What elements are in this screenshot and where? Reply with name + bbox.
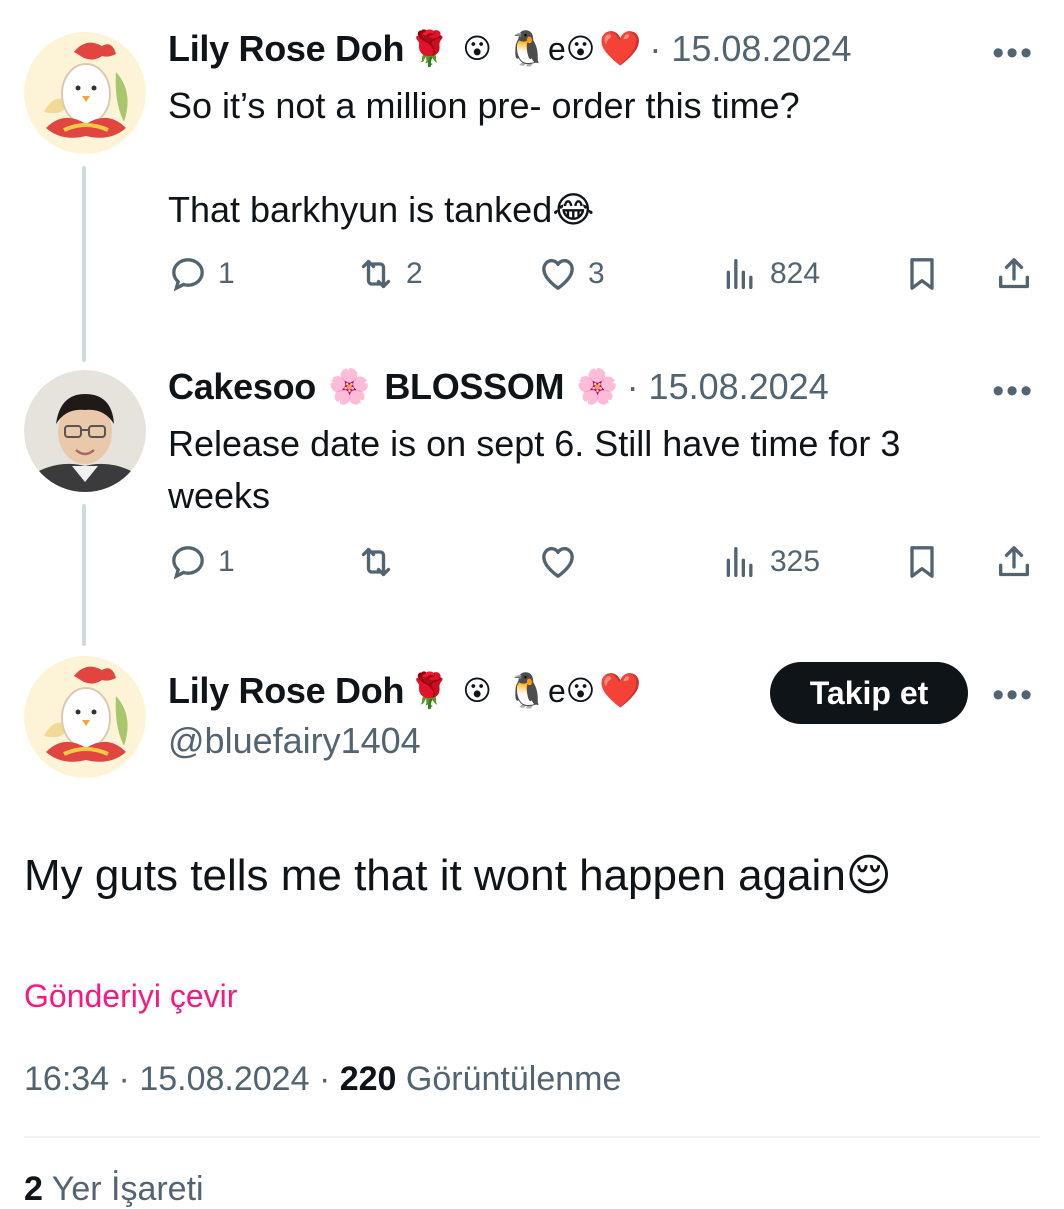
views-count: 220: [339, 1060, 397, 1098]
follow-button[interactable]: Takip et: [770, 662, 968, 724]
avatar[interactable]: [24, 370, 146, 492]
heart-emoji: ❤️: [599, 30, 642, 68]
post-meta: 16:34 · 15.08.2024 · 220 Görüntülenme: [24, 1060, 621, 1099]
letter-e: e: [548, 31, 566, 67]
letter-e: e: [548, 673, 566, 709]
view-count: 325: [770, 545, 821, 578]
views-icon: [726, 259, 753, 289]
views-button[interactable]: 824: [720, 254, 820, 294]
share-button[interactable]: [994, 542, 1034, 582]
post-date[interactable]: · 15.08.2024: [649, 28, 851, 70]
reply-count: 1: [218, 257, 235, 290]
more-options-icon[interactable]: •••: [992, 678, 1034, 712]
bookmark-button[interactable]: [902, 254, 942, 294]
tweet-actions: 1 325: [168, 542, 1038, 592]
tweet-text: So it’s not a million pre- order this ti…: [168, 85, 800, 230]
bookmark-icon: [910, 258, 934, 290]
post-text: My guts tells me that it wont happen aga…: [24, 851, 892, 900]
retweet-icon: [361, 259, 391, 289]
retweet-count: 2: [406, 257, 423, 290]
reply-button[interactable]: 1: [168, 254, 235, 294]
post-date[interactable]: 15.08.2024: [139, 1060, 309, 1098]
meta-separator: ·: [118, 1060, 130, 1098]
retweet-button[interactable]: 2: [356, 254, 423, 294]
reply-button[interactable]: 1: [168, 542, 235, 582]
avatar[interactable]: [24, 656, 146, 778]
surprised-emoji: 😮: [462, 675, 492, 706]
views-label: Görüntülenme: [405, 1060, 622, 1098]
bookmark-button[interactable]: [902, 542, 942, 582]
bookmarks-stat[interactable]: 2 Yer İşareti: [24, 1170, 204, 1209]
rose-emoji: 🌹: [408, 30, 451, 68]
avatar[interactable]: [24, 32, 146, 154]
share-icon: [999, 546, 1029, 577]
tweet-header: Lily Rose Doh 🌹 😮 🐧 e 😮 ❤️ · 15.08.2024: [168, 28, 852, 70]
views-button[interactable]: 325: [720, 542, 820, 582]
like-button[interactable]: [538, 542, 588, 582]
more-options-icon[interactable]: •••: [992, 374, 1034, 408]
cherry-blossom-emoji: 🌸: [576, 368, 619, 406]
like-count: 3: [588, 257, 605, 290]
post-date[interactable]: · 15.08.2024: [627, 366, 829, 408]
reply-icon: [172, 258, 204, 292]
penguin-emoji: 🐧: [505, 30, 549, 68]
surprised-emoji: 😮: [565, 675, 596, 706]
more-options-icon[interactable]: •••: [992, 36, 1034, 70]
post-header: Lily Rose Doh 🌹 😮 🐧 e 😮 ❤️: [168, 670, 641, 712]
cherry-blossom-emoji: 🌸: [327, 368, 371, 406]
heart-icon: [542, 259, 574, 290]
reply-count: 1: [218, 545, 235, 578]
meta-separator: ·: [318, 1060, 331, 1098]
reply-icon: [172, 546, 204, 580]
surprised-emoji: 😮: [462, 33, 492, 64]
post-time[interactable]: 16:34: [24, 1060, 109, 1098]
rose-emoji: 🌹: [408, 672, 451, 710]
surprised-emoji: 😮: [565, 33, 596, 64]
views-icon: [726, 547, 753, 577]
heart-emoji: ❤️: [599, 672, 642, 710]
bookmarks-label: Yer İşareti: [51, 1170, 204, 1208]
bookmarks-count: 2: [24, 1170, 43, 1208]
thread-line: [82, 504, 86, 646]
tweet-text: Release date is on sept 6. Still have ti…: [168, 423, 901, 516]
view-count: 824: [770, 257, 821, 290]
thread-line: [82, 166, 86, 362]
tweet-header: Cakesoo 🌸 BLOSSOM 🌸 · 15.08.2024: [168, 366, 829, 408]
display-name[interactable]: Lily Rose Doh: [168, 28, 404, 70]
display-name[interactable]: Cakesoo: [168, 366, 316, 408]
retweet-icon: [361, 547, 391, 577]
translate-post-link[interactable]: Gönderiyi çevir: [24, 978, 237, 1015]
display-name-suffix[interactable]: BLOSSOM: [384, 366, 564, 408]
share-button[interactable]: [994, 254, 1034, 294]
divider: [24, 1136, 1040, 1138]
like-button[interactable]: 3: [538, 254, 605, 294]
heart-icon: [542, 547, 574, 578]
bookmark-icon: [910, 546, 934, 578]
retweet-button[interactable]: [356, 542, 406, 582]
tweet-actions: 1 2 3 824: [168, 254, 1038, 304]
user-handle[interactable]: @bluefairy1404: [168, 720, 421, 762]
display-name[interactable]: Lily Rose Doh: [168, 670, 404, 712]
share-icon: [999, 258, 1029, 289]
penguin-emoji: 🐧: [505, 672, 549, 710]
